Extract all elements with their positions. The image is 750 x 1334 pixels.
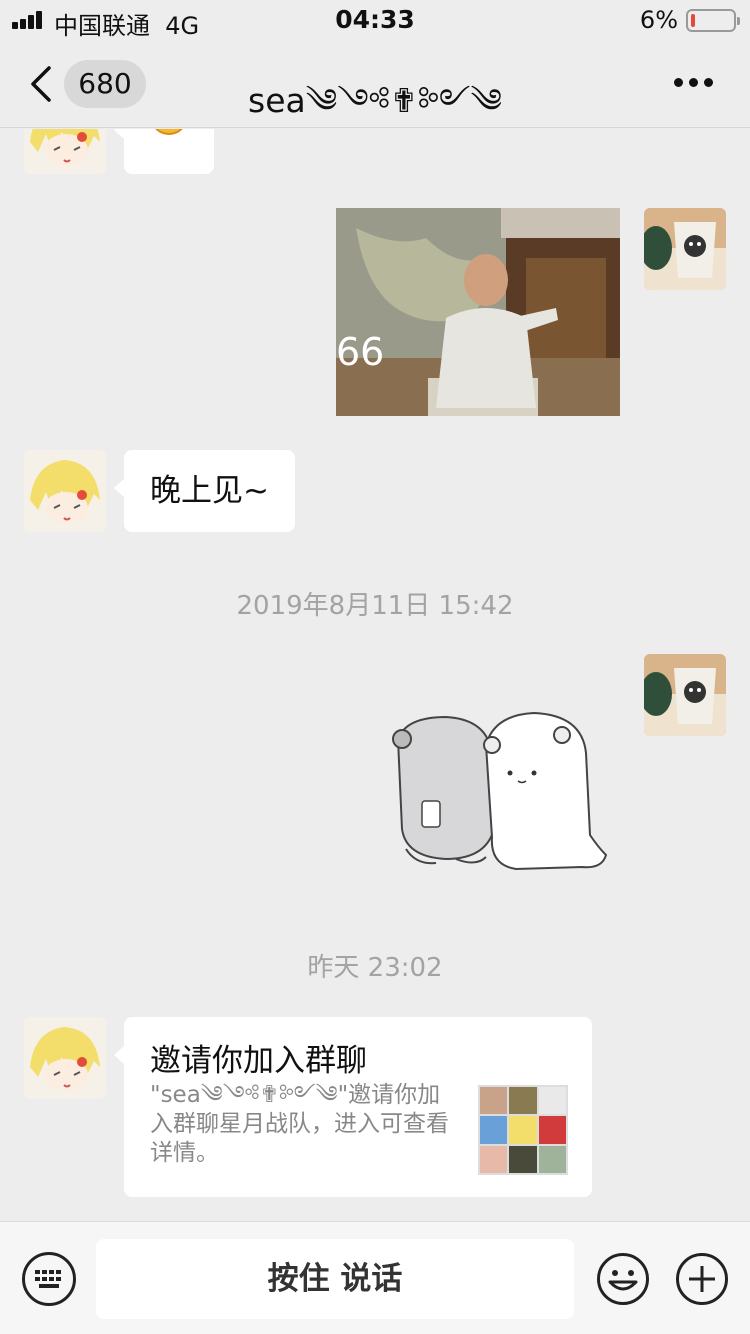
invite-card-title: 邀请你加入群聊 xyxy=(150,1043,367,1079)
my-avatar[interactable] xyxy=(644,654,726,736)
battery-percent: 6% xyxy=(639,6,678,34)
emoji-message-bubble[interactable] xyxy=(114,129,214,174)
image-overlay-text: 66 xyxy=(336,330,385,374)
image-message[interactable]: 66 xyxy=(336,208,620,416)
hamster-sticker[interactable] xyxy=(386,709,614,875)
message-list[interactable]: 66 晚上见~ 2019年8月11日 15:42 昨天 23:02 邀请你加入群… xyxy=(0,129,750,1221)
input-bar: 按住 说话 xyxy=(0,1221,750,1334)
more-options-icon[interactable] xyxy=(674,78,714,88)
smiley-icon xyxy=(155,129,183,135)
chat-header: 680 sea༄༺✟༻༄ xyxy=(0,40,750,128)
hold-to-talk-button[interactable]: 按住 说话 xyxy=(96,1239,574,1319)
group-invite-card[interactable]: 邀请你加入群聊 "sea༄༺✟༻༄"邀请你加入群聊星月战队，进入可查看详情。 xyxy=(114,1017,592,1197)
contact-avatar[interactable] xyxy=(24,1017,106,1099)
keyboard-icon[interactable] xyxy=(22,1252,76,1306)
status-bar: 中国联通 4G 04:33 6% xyxy=(0,0,750,40)
invite-card-description: "sea༄༺✟༻༄"邀请你加入群聊星月战队，进入可查看详情。 xyxy=(150,1082,449,1166)
message-text: 晚上见~ xyxy=(150,473,269,509)
plus-icon[interactable] xyxy=(675,1252,729,1306)
clock: 04:33 xyxy=(335,5,415,34)
message-timestamp: 2019年8月11日 15:42 xyxy=(236,591,514,621)
contact-avatar[interactable] xyxy=(24,450,106,532)
message-timestamp: 昨天 23:02 xyxy=(307,953,443,983)
battery-icon xyxy=(686,9,740,32)
group-avatar-grid xyxy=(478,1085,568,1175)
contact-avatar[interactable] xyxy=(24,129,106,174)
text-message-bubble[interactable]: 晚上见~ xyxy=(114,450,295,532)
my-avatar[interactable] xyxy=(644,208,726,290)
emoji-icon[interactable] xyxy=(596,1252,650,1306)
